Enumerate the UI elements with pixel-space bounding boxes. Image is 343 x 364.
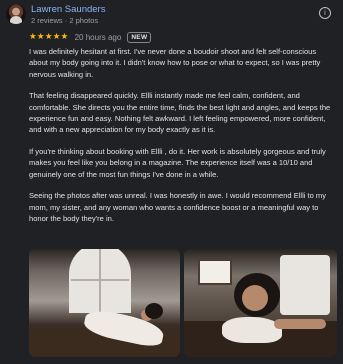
review-paragraph: I was definitely hesitant at first. I've… bbox=[29, 47, 321, 79]
white-top bbox=[222, 317, 282, 343]
review-card: Lawren Saunders 2 reviews · 2 photos i ★… bbox=[0, 0, 343, 364]
new-badge: NEW bbox=[127, 31, 152, 43]
reviewer-meta: 2 reviews · 2 photos bbox=[31, 16, 99, 25]
rating-row: ★★★★★ 20 hours ago NEW bbox=[29, 31, 152, 43]
review-time: 20 hours ago bbox=[74, 32, 122, 42]
window-mullion bbox=[99, 249, 101, 313]
reviewer-name[interactable]: Lawren Saunders bbox=[31, 4, 105, 15]
window-shape bbox=[280, 255, 330, 315]
window-transom bbox=[71, 279, 129, 281]
star-rating: ★★★★★ bbox=[29, 32, 69, 42]
review-photos bbox=[29, 249, 337, 357]
info-icon[interactable]: i bbox=[319, 7, 331, 19]
review-photo-1[interactable] bbox=[29, 249, 180, 357]
avatar[interactable] bbox=[6, 4, 26, 24]
picture-frame bbox=[198, 259, 232, 285]
review-photo-2[interactable] bbox=[184, 249, 337, 357]
review-paragraph: If you're thinking about booking with El… bbox=[29, 147, 326, 179]
review-paragraph: Seeing the photos after was unreal. I wa… bbox=[29, 191, 326, 224]
face bbox=[242, 285, 268, 311]
hair bbox=[145, 303, 163, 319]
review-header: Lawren Saunders 2 reviews · 2 photos i bbox=[6, 4, 337, 26]
review-paragraph: That feeling disappeared quickly. Ellli … bbox=[29, 91, 331, 135]
review-text: I was definitely hesitant at first. I've… bbox=[29, 46, 337, 235]
arm bbox=[274, 319, 326, 329]
